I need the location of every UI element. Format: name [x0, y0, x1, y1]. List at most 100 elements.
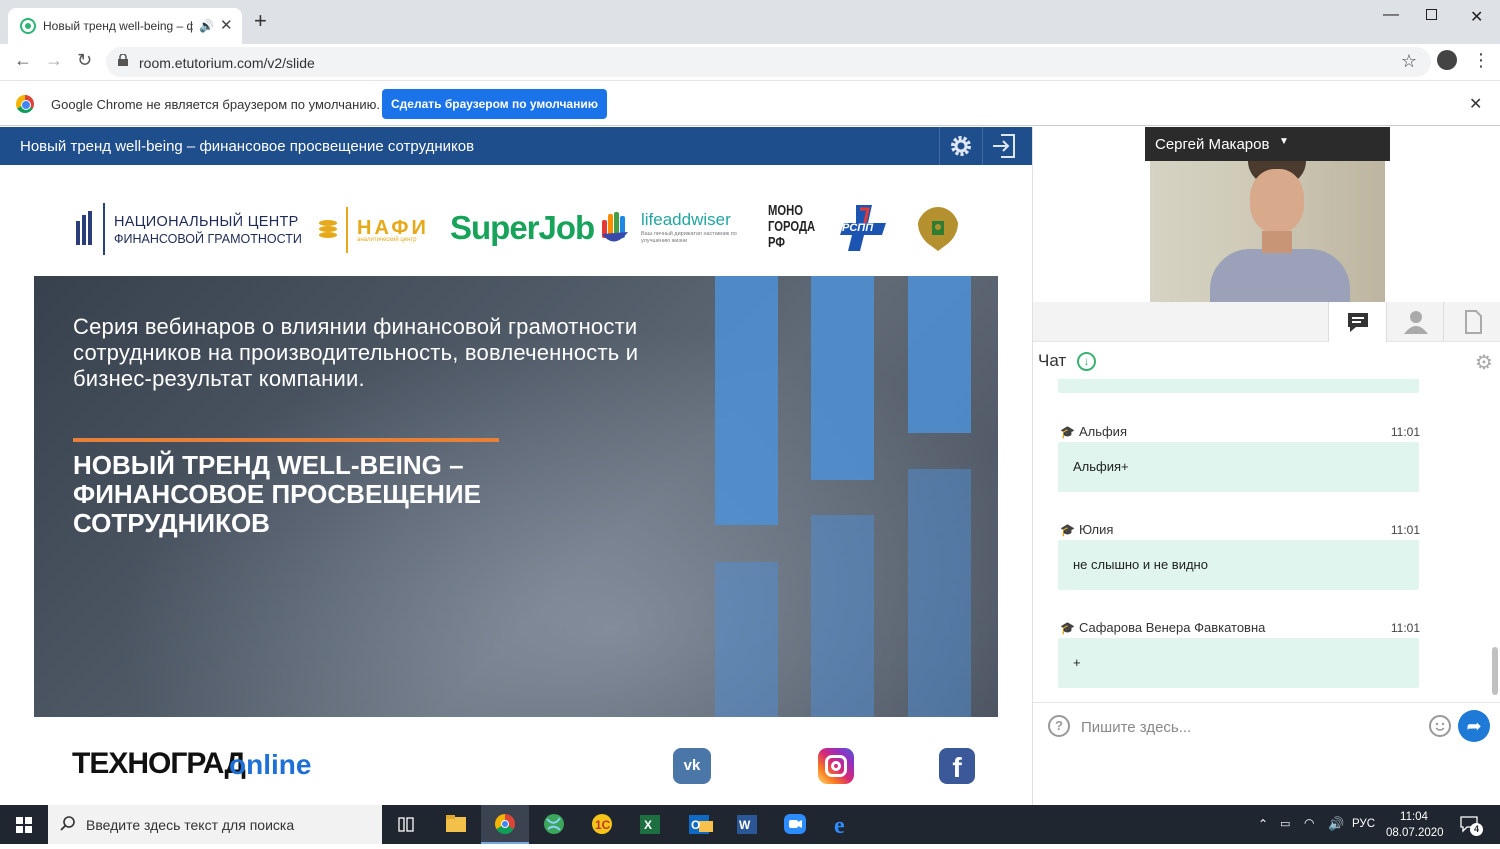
presenter-name-dropdown[interactable]: Сергей Макаров ▼ [1145, 127, 1390, 161]
chat-input[interactable] [1081, 713, 1421, 741]
chevron-up-icon[interactable]: ⌃ [1258, 817, 1268, 831]
slide-footer: ТЕХНОГРАД online vk f [0, 717, 1032, 805]
slide-decor-bar [908, 276, 971, 433]
tekhnograd-logo: ТЕХНОГРАД [72, 747, 246, 780]
nafi-coins-icon [319, 220, 337, 238]
tab-title: Новый тренд well-being – ф [43, 19, 193, 33]
lifeaddwiser-subtitle: Ваш личный дирижатап наставник по улучше… [641, 231, 737, 244]
browser-tab[interactable]: Новый тренд well-being – ф 🔊 ✕ [8, 8, 242, 44]
facebook-icon[interactable]: f [939, 748, 975, 784]
outlook-icon[interactable]: O [675, 805, 723, 844]
nafi-subtitle: аналитический центр [357, 237, 417, 243]
profile-avatar-icon[interactable] [1437, 50, 1457, 70]
chat-header: Чат ↓ ⚙ [1033, 343, 1500, 379]
settings-gear-icon[interactable] [939, 127, 981, 165]
chat-settings-icon[interactable]: ⚙ [1475, 350, 1493, 375]
edge-icon[interactable]: e [820, 805, 868, 844]
notification-count: 4 [1470, 823, 1483, 836]
excel-icon[interactable]: X [626, 805, 674, 844]
taskbar-clock[interactable]: 11:04 08.07.2020 [1386, 809, 1444, 841]
vk-icon[interactable]: vk [673, 748, 711, 784]
mono-line1: МОНО [768, 202, 804, 219]
minimize-icon[interactable]: — [1383, 6, 1399, 24]
search-icon [60, 816, 75, 831]
wifi-icon[interactable]: ◠ [1304, 816, 1314, 830]
notification-center-icon[interactable]: 4 [1460, 815, 1483, 836]
taskbar-search[interactable]: Введите здесь текст для поиска [48, 805, 382, 844]
bookmark-star-icon[interactable]: ☆ [1401, 51, 1417, 72]
chat-time: 11:01 [1390, 523, 1420, 537]
presenter-video [1150, 161, 1385, 302]
window-close-icon[interactable]: ✕ [1470, 7, 1483, 27]
address-bar[interactable]: room.etutorium.com/v2/slide ☆ [106, 47, 1431, 77]
graduation-cap-icon: 🎓 [1060, 523, 1075, 537]
help-icon[interactable]: ? [1048, 715, 1070, 737]
document-icon [1465, 310, 1482, 334]
chat-author: Сафарова Венера Фавкатовна [1078, 620, 1266, 635]
globe-app-icon[interactable] [530, 805, 578, 844]
tab-audio-icon[interactable]: 🔊 [199, 19, 214, 33]
volume-icon[interactable]: 🔊 [1328, 816, 1344, 832]
user-icon [1404, 311, 1428, 334]
lifeaddwiser-logo: lifeaddwiser [641, 210, 731, 229]
back-icon[interactable]: ← [14, 50, 32, 71]
slide-subtitle: Серия вебинаров о влиянии финансовой гра… [73, 314, 639, 391]
infobar-close-icon[interactable]: ✕ [1469, 94, 1482, 114]
slide-decor-bar [811, 276, 874, 480]
reload-icon[interactable]: ↻ [77, 50, 92, 71]
slide-decor-bar [811, 515, 874, 717]
chrome-taskbar-icon[interactable] [481, 805, 529, 844]
search-placeholder: Введите здесь текст для поиска [86, 817, 295, 833]
chrome-menu-icon[interactable]: ⋮ [1472, 50, 1490, 71]
ncfg-line2: ФИНАНСОВОЙ ГРАМОТНОСТИ [114, 232, 302, 246]
svg-text:W: W [739, 818, 751, 832]
maximize-icon[interactable] [1426, 9, 1437, 20]
chat-scrollbar[interactable] [1492, 647, 1498, 695]
emoji-icon[interactable] [1429, 715, 1451, 737]
chat-message-header: 🎓 Альфия 11:01 [1060, 424, 1420, 439]
set-default-browser-button[interactable]: Сделать браузером по умолчанию [382, 89, 607, 119]
word-icon[interactable]: W [723, 805, 771, 844]
exit-icon[interactable] [982, 127, 1024, 165]
chat-message-header: 🎓 Юлия 11:01 [1060, 522, 1420, 537]
send-icon[interactable]: ➦ [1458, 710, 1490, 742]
tekhnograd-online: online [229, 749, 312, 780]
chat-composer: ? ➦ [1033, 702, 1500, 805]
tab-participants[interactable] [1386, 302, 1444, 342]
url-text: room.etutorium.com/v2/slide [139, 55, 315, 71]
presentation-slide: Серия вебинаров о влиянии финансовой гра… [34, 276, 998, 717]
chat-bubble: Альфия+ [1058, 442, 1419, 492]
slide-orange-rule [73, 438, 499, 442]
chat-bubble-icon [1348, 313, 1368, 332]
language-indicator[interactable]: РУС [1352, 818, 1375, 830]
webinar-title: Новый тренд well-being – финансовое прос… [20, 138, 475, 155]
chevron-down-icon: ▼ [1279, 136, 1289, 147]
lifeaddwiser-hand-icon [602, 212, 628, 242]
battery-icon[interactable]: ▭ [1280, 817, 1290, 830]
task-view-icon[interactable] [382, 805, 430, 844]
tab-chat[interactable] [1328, 302, 1386, 342]
new-tab-button[interactable]: + [254, 10, 267, 32]
1c-icon[interactable]: 1C [578, 805, 626, 844]
forward-icon[interactable]: → [45, 50, 63, 71]
scroll-down-icon[interactable]: ↓ [1077, 352, 1096, 371]
ncfg-logo-icon [76, 211, 92, 245]
chat-message-header: 🎓 Сафарова Венера Фавкатовна 11:01 [1060, 620, 1420, 635]
lock-icon [118, 54, 128, 66]
russian-emblem-icon [918, 207, 958, 251]
windows-start-icon[interactable] [0, 805, 48, 844]
rspp-label: РСПП [842, 222, 874, 234]
clock-date: 08.07.2020 [1386, 827, 1444, 839]
tab-close-icon[interactable]: ✕ [220, 16, 233, 34]
superjob-logo: SuperJob [450, 209, 595, 246]
svg-text:X: X [644, 818, 652, 832]
svg-text:O: O [691, 818, 700, 832]
chat-text: + [1073, 655, 1081, 670]
ncfg-divider [103, 203, 105, 255]
file-explorer-icon[interactable] [432, 805, 480, 844]
slide-decor-bar [715, 276, 778, 525]
instagram-icon[interactable] [818, 748, 854, 784]
tab-files[interactable] [1443, 302, 1500, 342]
zoom-icon[interactable] [771, 805, 819, 844]
chat-author: Альфия [1078, 424, 1127, 439]
